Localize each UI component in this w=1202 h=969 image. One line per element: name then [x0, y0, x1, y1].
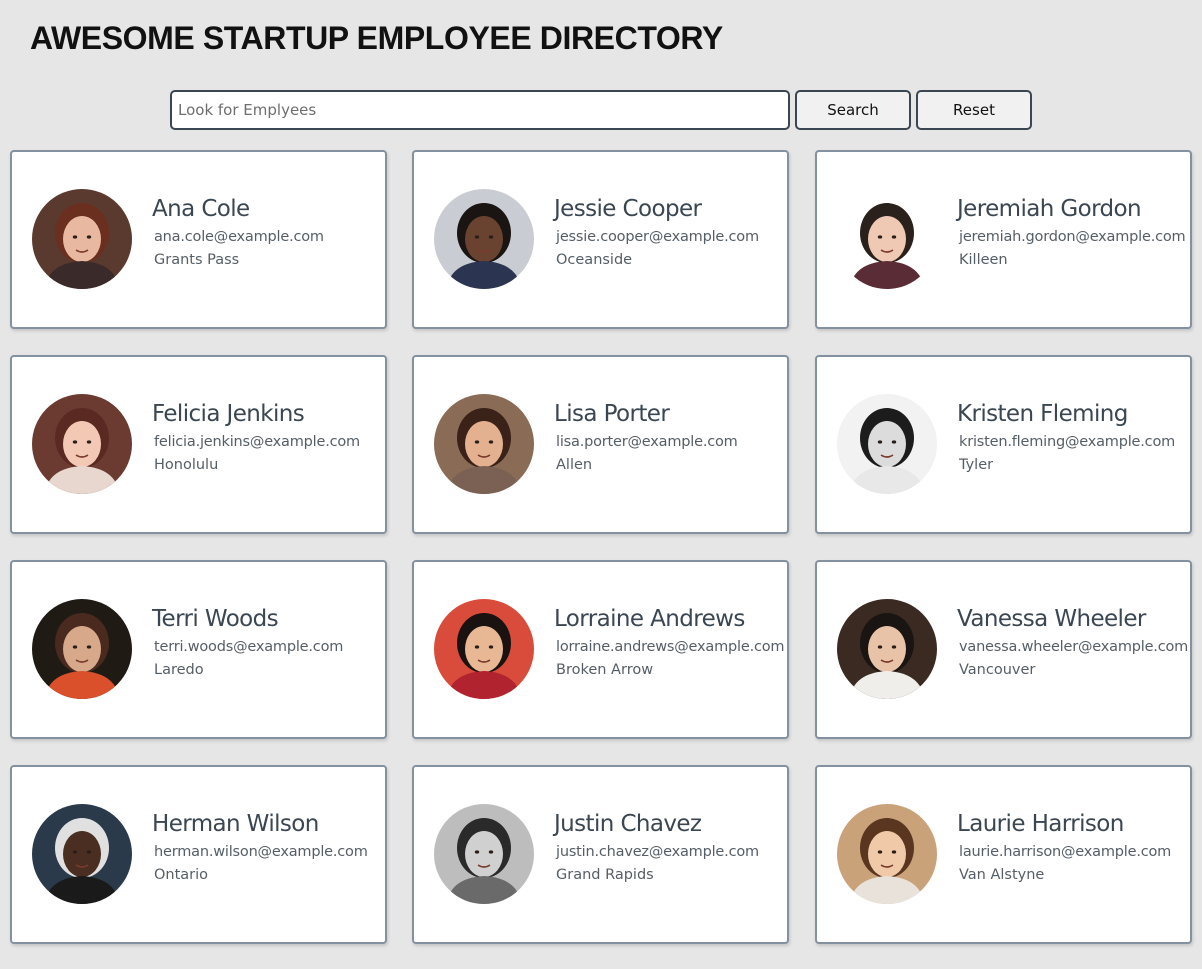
- employee-name: Lorraine Andrews: [554, 606, 745, 632]
- search-button[interactable]: Search: [795, 90, 911, 130]
- avatar: [32, 394, 132, 494]
- avatar: [837, 189, 937, 289]
- employee-email: felicia.jenkins@example.com: [154, 434, 360, 450]
- employee-city: Honolulu: [154, 457, 219, 473]
- employee-card[interactable]: Kristen Fleming kristen.fleming@example.c…: [815, 355, 1192, 534]
- employee-email: terri.woods@example.com: [154, 639, 344, 655]
- employee-name: Herman Wilson: [152, 811, 319, 837]
- employee-email: lisa.porter@example.com: [556, 434, 738, 450]
- employee-card[interactable]: Terri Woods terri.woods@example.com Laredo: [10, 560, 387, 739]
- avatar: [434, 189, 534, 289]
- employee-city: Van Alstyne: [959, 867, 1045, 883]
- employee-city: Killeen: [959, 252, 1008, 268]
- employee-city: Laredo: [154, 662, 204, 678]
- employee-card[interactable]: Ana Cole ana.cole@example.com Grants Pass: [10, 150, 387, 329]
- avatar: [32, 599, 132, 699]
- employee-city: Grants Pass: [154, 252, 240, 268]
- avatar: [837, 394, 937, 494]
- employee-email: kristen.fleming@example.com: [959, 434, 1176, 450]
- employee-email: herman.wilson@example.com: [154, 844, 368, 860]
- avatar: [32, 189, 132, 289]
- employee-city: Ontario: [154, 867, 209, 883]
- employee-city: Vancouver: [959, 662, 1036, 678]
- employee-email: vanessa.wheeler@example.com: [959, 639, 1189, 655]
- employee-email: jeremiah.gordon@example.com: [959, 229, 1186, 245]
- employee-name: Ana Cole: [152, 196, 250, 222]
- employee-city: Allen: [556, 457, 593, 473]
- search-input[interactable]: [170, 90, 790, 130]
- employee-card[interactable]: Justin Chavez justin.chavez@example.com Gr…: [412, 765, 789, 944]
- employee-card[interactable]: Felicia Jenkins felicia.jenkins@example.c…: [10, 355, 387, 534]
- employee-name: Lisa Porter: [554, 401, 670, 427]
- employee-name: Felicia Jenkins: [152, 401, 305, 427]
- avatar: [837, 599, 937, 699]
- employee-card[interactable]: Vanessa Wheeler vanessa.wheeler@example.c…: [815, 560, 1192, 739]
- employee-city: Grand Rapids: [556, 867, 654, 883]
- avatar: [434, 804, 534, 904]
- employee-card[interactable]: Laurie Harrison laurie.harrison@example.c…: [815, 765, 1192, 944]
- employee-email: ana.cole@example.com: [154, 229, 324, 245]
- employee-name: Jessie Cooper: [554, 196, 702, 222]
- avatar: [434, 599, 534, 699]
- employee-card[interactable]: Herman Wilson herman.wilson@example.com On…: [10, 765, 387, 944]
- employee-email: jessie.cooper@example.com: [556, 229, 759, 245]
- employee-city: Tyler: [959, 457, 994, 473]
- employee-name: Justin Chavez: [554, 811, 702, 837]
- employee-city: Broken Arrow: [556, 662, 654, 678]
- employee-city: Oceanside: [556, 252, 633, 268]
- employee-name: Laurie Harrison: [957, 811, 1124, 837]
- employee-card[interactable]: Jessie Cooper jessie.cooper@example.com Oc…: [412, 150, 789, 329]
- employee-card[interactable]: Jeremiah Gordon jeremiah.gordon@example.c…: [815, 150, 1192, 329]
- avatar: [434, 394, 534, 494]
- avatar: [837, 804, 937, 904]
- reset-button[interactable]: Reset: [916, 90, 1032, 130]
- employee-email: laurie.harrison@example.com: [959, 844, 1172, 860]
- employee-card[interactable]: Lisa Porter lisa.porter@example.com Allen: [412, 355, 789, 534]
- employee-name: Terri Woods: [152, 606, 279, 632]
- page-title: AWESOME STARTUP EMPLOYEE DIRECTORY: [30, 20, 723, 56]
- avatar: [32, 804, 132, 904]
- employee-card[interactable]: Lorraine Andrews lorraine.andrews@example…: [412, 560, 789, 739]
- employee-name: Kristen Fleming: [957, 401, 1128, 427]
- employee-email: justin.chavez@example.com: [556, 844, 759, 860]
- employee-name: Vanessa Wheeler: [957, 606, 1146, 632]
- search-bar: Search Reset: [170, 90, 1032, 130]
- employee-name: Jeremiah Gordon: [957, 196, 1142, 222]
- employee-email: lorraine.andrews@example.com: [556, 639, 785, 655]
